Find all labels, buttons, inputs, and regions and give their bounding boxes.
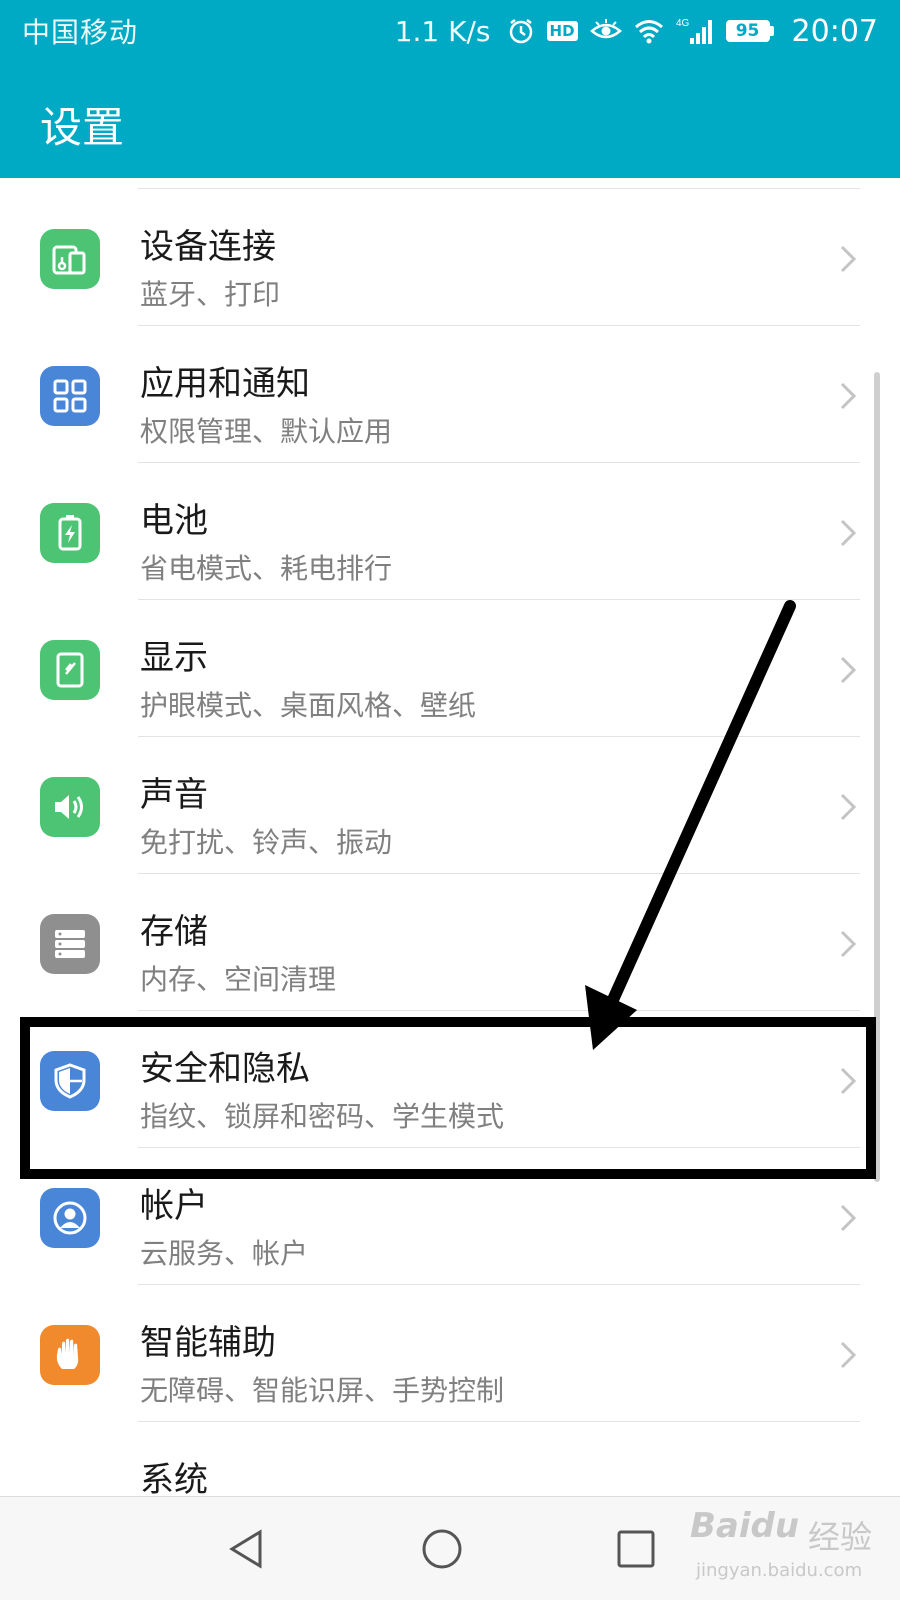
app-bar: 设置 — [0, 62, 900, 178]
navigation-bar — [0, 1496, 900, 1600]
account-icon — [40, 1188, 100, 1248]
item-subtitle: 护眼模式、桌面风格、壁纸 — [140, 689, 477, 722]
page-title: 设置 — [40, 103, 125, 152]
chevron-right-icon — [840, 793, 857, 821]
signal-icon: 4G — [676, 16, 714, 46]
wifi-icon — [634, 18, 664, 44]
settings-item-smart-assistance[interactable]: 智能辅助 无障碍、智能识屏、手势控制 — [0, 1285, 900, 1422]
alarm-icon — [507, 17, 535, 45]
scrollbar[interactable] — [874, 372, 880, 1182]
item-title: 安全和隐私 — [140, 1049, 310, 1089]
chevron-right-icon — [840, 245, 857, 273]
item-subtitle: 云服务、帐户 — [140, 1237, 309, 1270]
chevron-right-icon — [840, 1341, 857, 1369]
item-subtitle: 省电模式、耗电排行 — [140, 552, 393, 585]
battery-indicator: 95 — [725, 20, 774, 42]
settings-item-security-privacy[interactable]: 安全和隐私 指纹、锁屏和密码、学生模式 — [0, 1011, 900, 1148]
item-subtitle: 无障碍、智能识屏、手势控制 — [140, 1374, 505, 1407]
settings-item-display[interactable]: 显示 护眼模式、桌面风格、壁纸 — [0, 600, 900, 737]
home-button[interactable] — [420, 1527, 464, 1571]
carrier-label: 中国移动 — [22, 16, 139, 49]
settings-item-device-connection[interactable]: 设备连接 蓝牙、打印 — [0, 189, 900, 326]
display-icon — [40, 640, 100, 700]
back-button[interactable] — [224, 1527, 268, 1571]
network-type: 4G — [676, 18, 690, 29]
settings-item-storage[interactable]: 存储 内存、空间清理 — [0, 874, 900, 1011]
chevron-right-icon — [840, 1067, 857, 1095]
clock: 20:07 — [791, 13, 878, 49]
item-title: 存储 — [140, 912, 208, 952]
item-subtitle: 内存、空间清理 — [140, 963, 337, 996]
settings-item-account[interactable]: 帐户 云服务、帐户 — [0, 1148, 900, 1285]
chevron-right-icon — [840, 656, 857, 684]
storage-icon — [40, 914, 100, 974]
item-subtitle: 指纹、锁屏和密码、学生模式 — [140, 1100, 505, 1133]
item-subtitle: 免打扰、铃声、振动 — [140, 826, 393, 859]
network-speed: 1.1 K/s — [394, 14, 491, 48]
hand-icon — [40, 1325, 100, 1385]
status-indicators: 1.1 K/s HD 4G 95 20:07 — [395, 14, 878, 49]
apps-grid-icon — [40, 366, 100, 426]
item-title: 电池 — [140, 501, 208, 541]
item-title: 应用和通知 — [140, 364, 310, 404]
settings-item-sound[interactable]: 声音 免打扰、铃声、振动 — [0, 737, 900, 874]
item-subtitle: 蓝牙、打印 — [140, 278, 281, 311]
item-title: 智能辅助 — [140, 1323, 276, 1363]
item-title: 设备连接 — [140, 227, 276, 267]
hd-badge: HD — [546, 21, 578, 41]
chevron-right-icon — [840, 930, 857, 958]
shield-icon — [40, 1051, 100, 1111]
eye-comfort-icon — [589, 19, 622, 43]
chevron-right-icon — [840, 382, 857, 410]
item-title: 系统 — [140, 1460, 208, 1496]
item-title: 显示 — [140, 638, 208, 678]
device-connection-icon — [40, 229, 100, 289]
settings-item-system[interactable]: 系统 — [0, 1422, 900, 1496]
item-subtitle: 权限管理、默认应用 — [140, 415, 393, 448]
recents-button[interactable] — [614, 1527, 658, 1571]
settings-item-battery[interactable]: 电池 省电模式、耗电排行 — [0, 463, 900, 600]
status-bar: 中国移动 1.1 K/s HD 4G 95 20:07 — [0, 0, 900, 62]
battery-level: 95 — [735, 21, 760, 41]
item-title: 声音 — [140, 775, 208, 815]
sound-icon — [40, 777, 100, 837]
battery-icon — [40, 503, 100, 563]
settings-list[interactable]: 设备连接 蓝牙、打印 应用和通知 权限管理、默认应用 电池 省电模式、耗电排行 … — [0, 178, 900, 1496]
chevron-right-icon — [840, 519, 857, 547]
settings-item-apps-notifications[interactable]: 应用和通知 权限管理、默认应用 — [0, 326, 900, 463]
item-title: 帐户 — [140, 1186, 208, 1226]
chevron-right-icon — [840, 1204, 857, 1232]
